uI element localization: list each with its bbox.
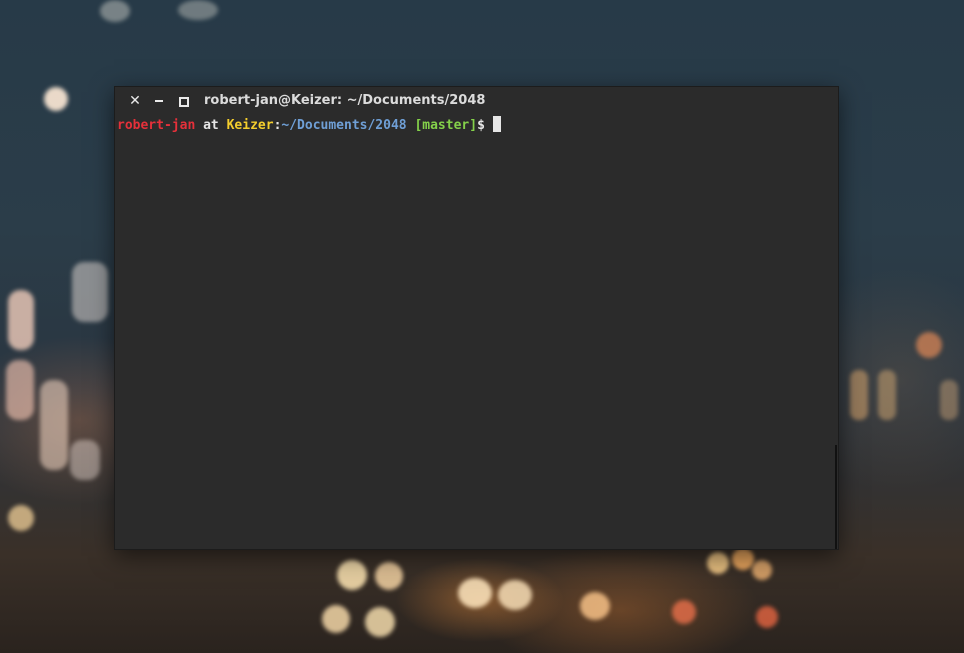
background-bokeh: [6, 360, 34, 420]
text-cursor: [492, 116, 501, 132]
window-title: robert-jan@Keizer: ~/Documents/2048: [204, 93, 486, 108]
background-bokeh: [8, 290, 34, 350]
background-bokeh: [337, 560, 367, 590]
background-bokeh: [878, 370, 896, 420]
background-bokeh: [707, 552, 729, 574]
background-bokeh: [100, 0, 130, 22]
prompt-user: robert-jan: [117, 118, 196, 133]
minimize-icon[interactable]: [151, 93, 167, 109]
background-bokeh: [322, 605, 350, 633]
prompt-symbol: $: [477, 118, 485, 133]
title-bar[interactable]: ✕ robert-jan@Keizer: ~/Documents/2048: [115, 87, 838, 115]
scrollbar[interactable]: [835, 445, 837, 549]
terminal-window[interactable]: ✕ robert-jan@Keizer: ~/Documents/2048 ro…: [114, 86, 839, 550]
background-bokeh: [375, 562, 403, 590]
background-bokeh: [756, 606, 778, 628]
background-bokeh: [940, 380, 958, 420]
background-bokeh: [498, 580, 532, 610]
background-bokeh: [732, 548, 754, 570]
background-bokeh: [72, 262, 108, 322]
prompt-branch: [master]: [406, 118, 478, 133]
background-bokeh: [752, 560, 772, 580]
terminal-output[interactable]: robert-jan at Keizer:~/Documents/2048 [m…: [117, 116, 834, 549]
background-bokeh: [40, 380, 68, 470]
background-bokeh: [44, 87, 68, 111]
maximize-icon[interactable]: [175, 93, 191, 109]
background-bokeh: [70, 440, 100, 480]
background-bokeh: [365, 607, 395, 637]
prompt-line: robert-jan at Keizer:~/Documents/2048 [m…: [117, 116, 501, 133]
background-bokeh: [916, 332, 942, 358]
background-bokeh: [8, 505, 34, 531]
close-icon[interactable]: ✕: [127, 93, 143, 109]
background-bokeh: [458, 578, 492, 608]
background-bokeh: [580, 592, 610, 620]
prompt-at: at: [195, 118, 227, 133]
prompt-host: Keizer: [226, 118, 274, 133]
background-bokeh: [672, 600, 696, 624]
prompt-path: ~/Documents/2048: [281, 118, 407, 133]
background-bokeh: [850, 370, 868, 420]
background-bokeh: [178, 0, 218, 20]
